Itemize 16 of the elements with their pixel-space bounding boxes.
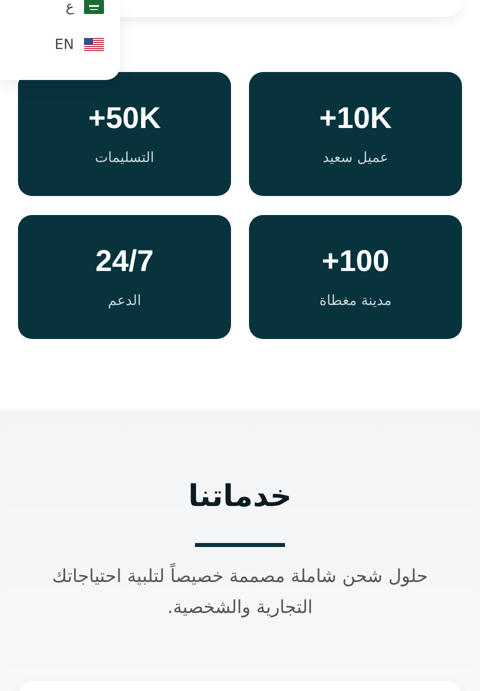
stat-label: عميل سعيد [322, 150, 388, 166]
section-description: حلول شحن شاملة مصممة خصيصاً لتلبية احتياجاتك التجارية والشخصية. [26, 561, 454, 623]
stat-value: +50K [88, 102, 161, 136]
section-title: خدماتنا [188, 478, 292, 516]
language-option[interactable]: EN [54, 34, 104, 56]
saudi-flag-icon [84, 0, 104, 14]
language-label: ع [66, 0, 74, 15]
language-label: EN [54, 37, 74, 53]
stat-value: 24/7 [95, 245, 154, 279]
language-option[interactable]: ع [66, 0, 104, 20]
stat-value: +10K [319, 102, 392, 136]
stat-value: +100 [322, 245, 390, 279]
stat-label: التسليمات [94, 150, 154, 166]
stat-label: الدعم [108, 293, 142, 309]
us-flag-icon [84, 38, 104, 52]
stat-label: مدينة مغطاة [319, 293, 392, 309]
